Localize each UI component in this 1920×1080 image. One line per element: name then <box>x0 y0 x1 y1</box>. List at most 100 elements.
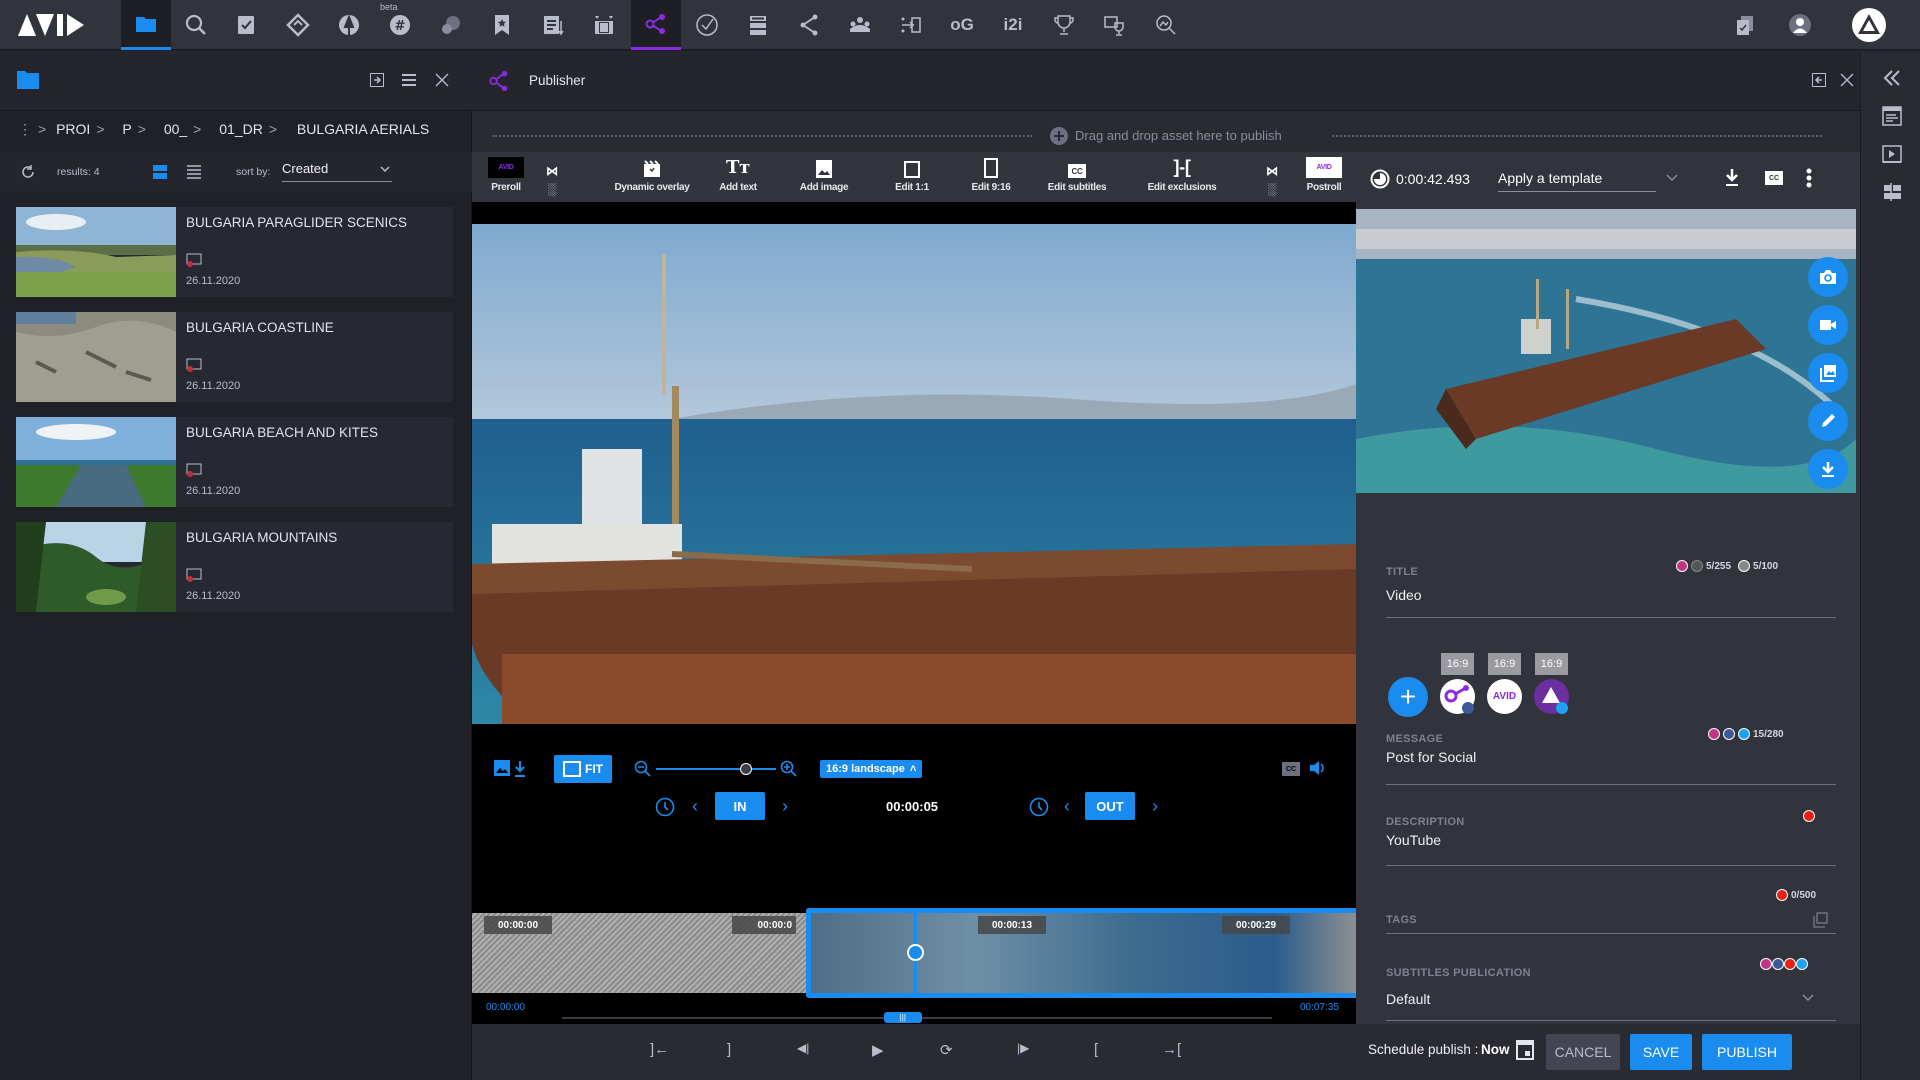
in-next-icon[interactable]: › <box>782 796 788 817</box>
go-to-in-icon[interactable]: ]← <box>650 1041 669 1058</box>
preroll-trim-handle[interactable]: ⋈ ░ <box>542 152 562 202</box>
capture-video-button[interactable] <box>1808 305 1848 345</box>
nav-og[interactable]: oG <box>937 0 987 50</box>
step-back-icon[interactable]: ◀| <box>797 1041 809 1055</box>
edit-subtitles-button[interactable]: CC Edit subtitles <box>1042 152 1112 202</box>
nav-i2i[interactable]: i2i <box>988 0 1038 50</box>
play-icon[interactable]: ▶ <box>872 1041 884 1059</box>
nav-search[interactable] <box>171 0 221 50</box>
playhead-handle[interactable] <box>907 944 924 961</box>
chevron-down-icon[interactable] <box>1666 174 1678 182</box>
menu-icon[interactable] <box>402 73 416 87</box>
nav-approval[interactable] <box>682 0 732 50</box>
step-forward-icon[interactable]: |▶ <box>1017 1041 1029 1055</box>
more-vertical-icon[interactable] <box>1806 168 1812 188</box>
nav-analytics[interactable] <box>1141 0 1191 50</box>
nav-crowd[interactable] <box>835 0 885 50</box>
save-button[interactable]: SAVE <box>1630 1034 1692 1070</box>
cc-icon[interactable]: CC <box>1765 171 1783 185</box>
breadcrumb-item[interactable]: 00_ <box>164 121 187 137</box>
tags-input[interactable] <box>1386 933 1836 934</box>
edit-exclusions-button[interactable]: ]-[ Edit exclusions <box>1142 152 1222 202</box>
in-button[interactable]: IN <box>715 792 765 820</box>
sort-select[interactable]: Created <box>282 160 392 182</box>
nav-bookmark[interactable] <box>477 0 527 50</box>
edit-9-16-button[interactable]: Edit 9:16 <box>968 152 1014 202</box>
go-to-out-icon[interactable]: →[ <box>1162 1041 1181 1058</box>
card-view-icon[interactable] <box>153 165 167 179</box>
template-select[interactable]: Apply a template <box>1498 166 1656 192</box>
nav-connect[interactable] <box>273 0 323 50</box>
nav-schedule-trophy[interactable] <box>1090 0 1140 50</box>
nav-tasks-check[interactable] <box>1720 0 1770 50</box>
description-input[interactable]: YouTube <box>1386 832 1441 848</box>
dock-panel-icon[interactable] <box>370 73 384 87</box>
nav-trophy[interactable] <box>1039 0 1089 50</box>
zoom-slider-track[interactable] <box>656 768 776 770</box>
out-next-icon[interactable]: › <box>1152 796 1158 817</box>
undock-panel-icon[interactable] <box>1812 73 1826 87</box>
asset-card[interactable]: BULGARIA COASTLINE 26.11.2020 <box>16 312 453 402</box>
nav-tasks[interactable] <box>222 0 272 50</box>
chevron-down-icon[interactable] <box>1802 994 1814 1002</box>
subtitles-select[interactable]: Default <box>1386 991 1430 1007</box>
preroll-button[interactable]: AVID Preroll <box>486 152 526 202</box>
nav-share[interactable] <box>784 0 834 50</box>
scrub-handle[interactable]: ||| <box>883 1012 922 1023</box>
out-clock-icon[interactable] <box>1029 797 1049 817</box>
edit-button[interactable] <box>1808 401 1848 441</box>
zoom-slider-knob[interactable] <box>740 763 752 775</box>
tree-icon[interactable]: ⋮ <box>18 121 32 137</box>
aspect-select[interactable]: 16:9 landscape ˄ <box>820 760 923 778</box>
out-prev-icon[interactable]: ‹ <box>1064 796 1070 817</box>
snapshot-download-icon[interactable] <box>494 760 530 778</box>
metadata-panel-icon[interactable] <box>1881 105 1903 127</box>
out-button[interactable]: OUT <box>1085 792 1135 820</box>
mark-out-icon[interactable]: ] <box>727 1041 731 1058</box>
dynamic-overlay-button[interactable]: Dynamic overlay <box>612 152 692 202</box>
zoom-out-icon[interactable] <box>634 760 652 778</box>
close-icon[interactable] <box>1840 73 1854 87</box>
refresh-icon[interactable] <box>20 164 36 180</box>
captions-toggle-icon[interactable]: CC <box>1282 762 1300 776</box>
edit-1-1-button[interactable]: Edit 1:1 <box>892 152 932 202</box>
zoom-in-icon[interactable] <box>780 760 798 778</box>
nav-list[interactable] <box>528 0 578 50</box>
avid-logo[interactable] <box>18 12 92 38</box>
message-input[interactable]: Post for Social <box>1386 749 1476 765</box>
asset-card[interactable]: BULGARIA PARAGLIDER SCENICS 26.11.2020 <box>16 207 453 297</box>
in-clock-icon[interactable] <box>655 797 675 817</box>
fit-button[interactable]: FIT <box>554 755 612 783</box>
list-view-icon[interactable] <box>187 165 201 179</box>
nav-import[interactable] <box>886 0 936 50</box>
nav-browse-folder[interactable] <box>121 0 171 50</box>
video-frame[interactable] <box>472 224 1356 724</box>
loop-icon[interactable]: ⟳ <box>940 1041 953 1059</box>
copy-icon[interactable] <box>1812 912 1828 928</box>
calendar-icon[interactable] <box>1516 1038 1534 1060</box>
nav-publisher[interactable] <box>631 0 681 50</box>
drop-zone[interactable]: Drag and drop asset here to publish <box>492 125 1822 145</box>
publish-button[interactable]: PUBLISH <box>1702 1034 1792 1070</box>
close-icon[interactable] <box>435 73 449 87</box>
breadcrumb-item[interactable]: 01_DR <box>219 121 263 137</box>
asset-card[interactable]: BULGARIA BEACH AND KITES 26.11.2020 <box>16 417 453 507</box>
download-thumbnail-button[interactable] <box>1808 449 1848 489</box>
timeline-strip[interactable]: 00:00:00 00:00:0 00:00:13 00:00:29 <box>472 908 1360 998</box>
timeline-panel-icon[interactable] <box>1881 181 1903 203</box>
mark-in-icon[interactable]: [ <box>1094 1041 1098 1058</box>
channel-avatar-app[interactable] <box>1534 679 1569 714</box>
media-panel-icon[interactable] <box>1881 143 1903 165</box>
channel-avatar-avid[interactable]: AVID <box>1487 679 1522 714</box>
nav-bubbles[interactable] <box>426 0 476 50</box>
nav-stack[interactable] <box>733 0 783 50</box>
title-input[interactable]: Video <box>1386 587 1422 603</box>
channel-avatar-share[interactable] <box>1440 679 1475 714</box>
download-icon[interactable] <box>1724 168 1740 188</box>
cancel-button[interactable]: CANCEL <box>1546 1034 1620 1070</box>
nav-user[interactable] <box>1775 0 1825 50</box>
postroll-button[interactable]: AVID Postroll <box>1304 152 1344 202</box>
add-channel-button[interactable]: + <box>1388 677 1428 717</box>
breadcrumb-item[interactable]: P <box>122 121 131 137</box>
nav-rocket[interactable] <box>324 0 374 50</box>
